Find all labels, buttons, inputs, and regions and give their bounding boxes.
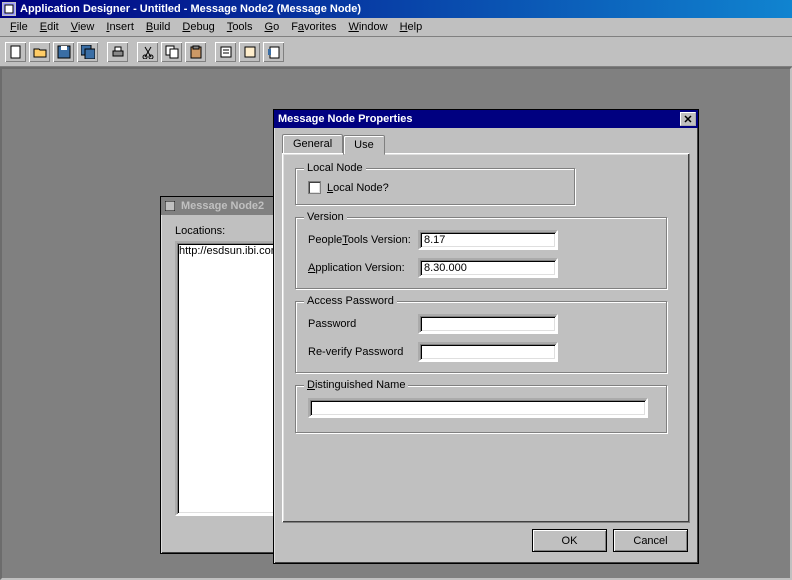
peopletools-version-input[interactable] <box>418 230 558 250</box>
application-version-label: Application Version: <box>308 262 418 274</box>
menu-tools[interactable]: Tools <box>221 20 259 34</box>
open-button[interactable] <box>28 41 51 63</box>
app-title-text: Application Designer - Untitled - Messag… <box>20 3 790 15</box>
tab-row: General Use <box>274 128 698 153</box>
version-legend: Version <box>304 211 347 223</box>
password-input[interactable] <box>418 314 558 334</box>
menu-favorites[interactable]: Favorites <box>285 20 342 34</box>
reverify-password-input[interactable] <box>418 342 558 362</box>
cancel-button[interactable]: Cancel <box>613 529 688 552</box>
password-label: Password <box>308 318 418 330</box>
local-node-legend: Local Node <box>304 162 366 174</box>
tab-use[interactable]: Use <box>343 135 385 155</box>
ok-button[interactable]: OK <box>532 529 607 552</box>
build-button[interactable] <box>238 41 261 63</box>
menu-debug[interactable]: Debug <box>176 20 220 34</box>
reverify-password-label: Re-verify Password <box>308 346 418 358</box>
close-icon: ✕ <box>683 113 692 126</box>
print-button[interactable] <box>106 41 129 63</box>
access-password-group: Access Password Password Re-verify Passw… <box>295 301 667 373</box>
menu-build[interactable]: Build <box>140 20 176 34</box>
copy-button[interactable] <box>160 41 183 63</box>
tab-general[interactable]: General <box>282 134 343 153</box>
app-title-bar: Application Designer - Untitled - Messag… <box>0 0 792 18</box>
menu-file[interactable]: File <box>4 20 34 34</box>
toolbar <box>0 37 792 67</box>
menu-window[interactable]: Window <box>342 20 393 34</box>
distinguished-name-group: Distinguished Name <box>295 385 667 433</box>
mdi-client-area: Message Node2 Locations: http://esdsun.i… <box>0 67 792 580</box>
application-version-input[interactable] <box>418 258 558 278</box>
menu-go[interactable]: Go <box>259 20 286 34</box>
tab-body-use: Local Node Local Node? Version PeopleToo… <box>282 153 690 523</box>
distinguished-name-input[interactable] <box>308 398 648 418</box>
version-group: Version PeopleTools Version: Application… <box>295 217 667 289</box>
child-title-text: Message Node2 <box>181 200 264 212</box>
child-window-icon <box>163 199 177 213</box>
local-node-checkbox-label: Local Node? <box>327 182 389 194</box>
menu-bar: File Edit View Insert Build Debug Tools … <box>0 18 792 37</box>
dialog-button-row: OK Cancel <box>274 529 698 562</box>
menu-help[interactable]: Help <box>394 20 429 34</box>
local-node-group: Local Node Local Node? <box>295 168 575 205</box>
saveall-button[interactable] <box>76 41 99 63</box>
props-button[interactable] <box>214 41 237 63</box>
access-password-legend: Access Password <box>304 295 397 307</box>
properties-dialog: Message Node Properties ✕ General Use Lo… <box>273 109 699 564</box>
project-button[interactable] <box>262 41 285 63</box>
distinguished-name-legend: Distinguished Name <box>304 379 408 391</box>
peopletools-version-label: PeopleTools Version: <box>308 234 418 246</box>
cut-button[interactable] <box>136 41 159 63</box>
paste-button[interactable] <box>184 41 207 63</box>
app-icon <box>2 2 16 16</box>
menu-view[interactable]: View <box>65 20 101 34</box>
new-button[interactable] <box>4 41 27 63</box>
menu-edit[interactable]: Edit <box>34 20 65 34</box>
menu-insert[interactable]: Insert <box>100 20 140 34</box>
close-button[interactable]: ✕ <box>680 112 696 126</box>
local-node-checkbox[interactable] <box>308 181 321 194</box>
dialog-title-text: Message Node Properties <box>278 113 680 125</box>
dialog-title-bar: Message Node Properties ✕ <box>274 110 698 128</box>
save-button[interactable] <box>52 41 75 63</box>
